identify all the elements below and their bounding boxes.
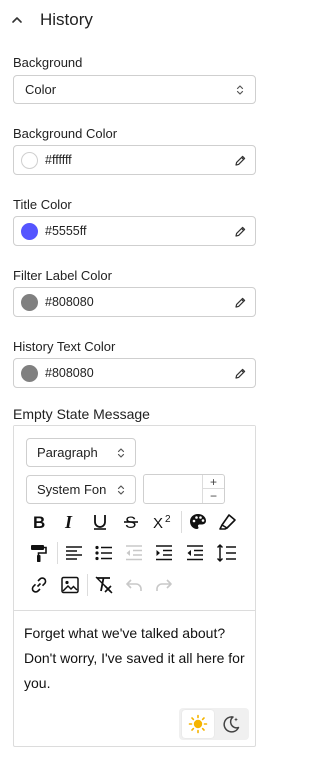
image-button[interactable] [57, 573, 83, 597]
strikethrough-icon: S [124, 513, 138, 531]
color-swatch[interactable] [21, 223, 38, 240]
toolbar-divider [87, 574, 88, 596]
background-color-label: Background Color [13, 126, 118, 141]
highlighter-icon [219, 514, 236, 530]
bold-icon: B [33, 513, 45, 531]
filter-label-color-value: #808080 [45, 295, 94, 309]
title-color-label: Title Color [13, 197, 72, 212]
line-height-icon [216, 544, 236, 562]
light-theme-button[interactable] [182, 710, 214, 738]
select-arrows-icon [117, 448, 125, 458]
history-text-color-label: History Text Color [13, 339, 116, 354]
title-color-input[interactable]: #5555ff [13, 216, 256, 246]
bullet-list-button[interactable] [91, 541, 117, 565]
chevron-up-icon [12, 17, 22, 23]
underline-button[interactable] [87, 510, 113, 534]
superscript-button[interactable]: X2 [150, 510, 176, 534]
title-color-value: #5555ff [45, 224, 87, 238]
rich-text-editor: Paragraph System Fon + − B I S X 2 Forge… [13, 425, 256, 747]
indent-icon [156, 545, 172, 561]
color-swatch[interactable] [21, 152, 38, 169]
block-format-select[interactable]: Paragraph [26, 438, 136, 467]
empty-state-label: Empty State Message [13, 406, 150, 422]
strikethrough-button[interactable]: S [118, 510, 144, 534]
font-size-stepper: + − [202, 475, 224, 503]
text-color-button[interactable] [185, 510, 211, 534]
font-family-select[interactable]: System Fon [26, 475, 136, 504]
bullet-list-icon [95, 545, 112, 561]
history-text-color-value: #808080 [45, 366, 94, 380]
history-text-color-input[interactable]: #808080 [13, 358, 256, 388]
block-format-value: Paragraph [37, 445, 98, 460]
undo-icon [126, 579, 142, 591]
svg-text:B: B [33, 513, 45, 531]
bold-button[interactable]: B [26, 510, 52, 534]
align-left-button[interactable] [61, 541, 87, 565]
font-size-input[interactable]: + − [143, 474, 225, 504]
increase-icon[interactable]: + [203, 475, 224, 489]
empty-state-message-text[interactable]: Forget what we've talked about? Don't wo… [24, 621, 249, 696]
link-button[interactable] [26, 573, 52, 597]
background-color-value: #ffffff [45, 153, 72, 167]
outdent-alt-icon [187, 545, 203, 561]
history-section-header[interactable]: History [10, 8, 93, 32]
theme-toggle [179, 708, 249, 740]
decrease-icon[interactable]: − [203, 489, 224, 503]
pencil-icon[interactable] [234, 296, 247, 309]
toolbar-divider [181, 511, 182, 533]
underline-icon [94, 515, 106, 530]
italic-icon: I [64, 513, 73, 531]
align-left-icon [66, 546, 82, 560]
color-swatch[interactable] [21, 365, 38, 382]
undo-button[interactable] [121, 573, 147, 597]
color-swatch[interactable] [21, 294, 38, 311]
italic-button[interactable]: I [57, 510, 83, 534]
svg-text:2: 2 [165, 514, 171, 525]
background-select-value: Color [25, 82, 57, 97]
sun-icon [188, 714, 208, 734]
background-label: Background [13, 55, 83, 70]
format-painter-button[interactable] [26, 541, 52, 565]
select-arrows-icon [236, 85, 244, 95]
indent-button[interactable] [151, 541, 177, 565]
superscript-icon: X2 [153, 514, 171, 531]
filter-label-color-input[interactable]: #808080 [13, 287, 256, 317]
svg-text:I: I [64, 513, 73, 531]
link-icon [31, 577, 47, 593]
paint-roller-icon [31, 545, 47, 562]
editor-toolbar: Paragraph System Fon + − B I S X 2 [14, 426, 255, 609]
clear-format-icon [95, 576, 113, 594]
select-arrows-icon [117, 485, 125, 495]
editor-content[interactable]: Forget what we've talked about? Don't wo… [14, 610, 255, 746]
toolbar-divider [57, 542, 58, 564]
background-color-input[interactable]: #ffffff [13, 145, 256, 175]
pencil-icon[interactable] [234, 225, 247, 238]
background-select[interactable]: Color [13, 75, 256, 104]
outdent-alt-button[interactable] [182, 541, 208, 565]
palette-icon [190, 514, 206, 529]
highlight-button[interactable] [215, 510, 241, 534]
redo-icon [156, 579, 172, 591]
filter-label-color-label: Filter Label Color [13, 268, 112, 283]
moon-icon [223, 716, 240, 733]
clear-format-button[interactable] [91, 573, 117, 597]
image-icon [61, 576, 79, 594]
pencil-icon[interactable] [234, 367, 247, 380]
section-title: History [40, 10, 93, 29]
redo-button[interactable] [151, 573, 177, 597]
outdent-button[interactable] [121, 541, 147, 565]
line-height-button[interactable] [214, 541, 240, 565]
outdent-icon [126, 545, 142, 561]
pencil-icon[interactable] [234, 154, 247, 167]
dark-theme-button[interactable] [215, 710, 247, 738]
font-family-value: System Fon [37, 482, 107, 497]
svg-text:X: X [153, 515, 163, 531]
